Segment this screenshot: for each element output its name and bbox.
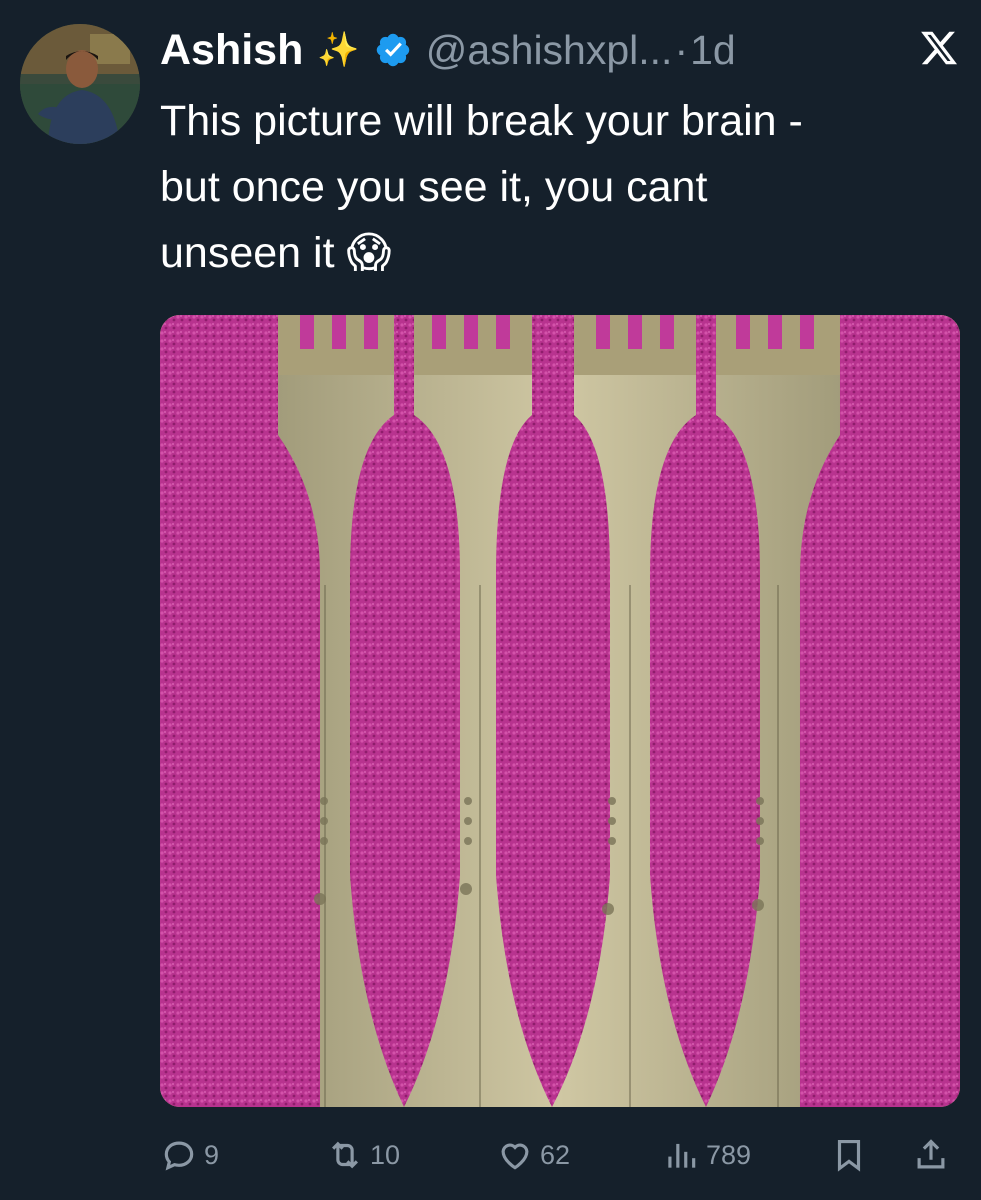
reply-button[interactable]: 9: [160, 1130, 219, 1180]
share-icon: [917, 1139, 945, 1169]
sparkle-emoji: ✨: [317, 31, 360, 69]
tweet-text-line: unseen it 😱: [160, 229, 392, 277]
x-logo-icon[interactable]: [919, 28, 959, 68]
tweet-text-line: This picture will break your brain -: [160, 97, 803, 145]
verified-badge-icon: [376, 33, 409, 67]
separator-dot: ·: [674, 26, 689, 73]
tweet-actions: 9 10 62 789: [160, 1130, 960, 1180]
user-handle[interactable]: @ashishxpl...: [426, 27, 673, 74]
tweet-text: This picture will break your brain - but…: [160, 88, 960, 286]
tweet-header: Ashish ✨ @ashishxpl... · 1d: [160, 20, 961, 80]
heart-icon: [501, 1143, 529, 1170]
tweet-media-image[interactable]: [160, 315, 960, 1107]
views-button[interactable]: 789: [662, 1130, 751, 1180]
retweet-button[interactable]: 10: [326, 1130, 400, 1180]
view-count: 789: [706, 1139, 752, 1170]
tweet-text-line: but once you see it, you cant: [160, 163, 708, 211]
avatar[interactable]: [20, 24, 140, 144]
bar-chart-icon: [668, 1143, 696, 1168]
like-button[interactable]: 62: [496, 1130, 570, 1180]
like-count: 62: [540, 1139, 571, 1170]
bookmark-button[interactable]: [830, 1130, 868, 1180]
retweet-icon: [332, 1141, 358, 1169]
forks-towel-illusion-image: [160, 315, 960, 1107]
avatar-image: [20, 24, 140, 144]
retweet-count: 10: [370, 1139, 401, 1170]
bookmark-icon: [837, 1139, 861, 1172]
timestamp[interactable]: 1d: [690, 27, 736, 74]
display-name[interactable]: Ashish: [160, 26, 303, 75]
share-button[interactable]: [912, 1130, 950, 1180]
reply-count: 9: [204, 1139, 220, 1170]
reply-icon: [164, 1141, 194, 1171]
